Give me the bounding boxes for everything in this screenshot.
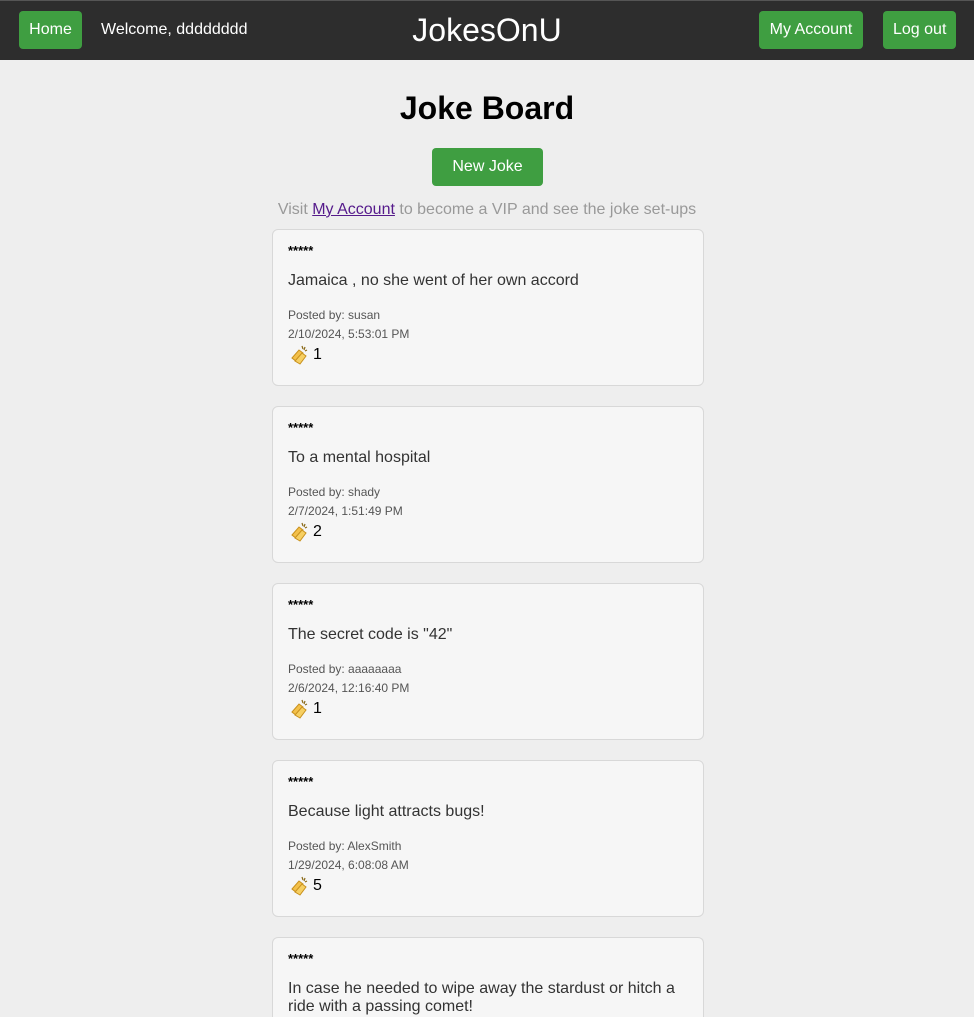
joke-timestamp: 2/7/2024, 1:51:49 PM bbox=[288, 504, 403, 518]
joke-punchline: Jamaica , no she went of her own accord bbox=[288, 272, 579, 289]
clap-button[interactable]: 2 bbox=[288, 521, 322, 543]
joke-setup: ***** bbox=[288, 951, 314, 966]
joke-card: ***** Jamaica , no she went of her own a… bbox=[272, 229, 704, 386]
clap-button[interactable]: 1 bbox=[288, 698, 322, 720]
joke-author: Posted by: aaaaaaaa bbox=[288, 662, 402, 676]
my-account-link[interactable]: My Account bbox=[312, 201, 395, 218]
joke-punchline: The secret code is "42" bbox=[288, 626, 453, 643]
new-joke-button[interactable]: New Joke bbox=[432, 148, 543, 186]
joke-card: ***** Because light attracts bugs! Poste… bbox=[272, 760, 704, 917]
joke-author: Posted by: AlexSmith bbox=[288, 839, 402, 853]
log-out-button[interactable]: Log out bbox=[883, 11, 956, 49]
clap-count: 5 bbox=[313, 877, 322, 894]
joke-author: Posted by: susan bbox=[288, 308, 381, 322]
vip-note: Visit My Account to become a VIP and see… bbox=[0, 200, 974, 220]
navbar: Home Welcome, dddddddd JokesOnU My Accou… bbox=[0, 0, 974, 60]
clapping-hands-icon bbox=[291, 699, 308, 719]
clapping-hands-icon bbox=[291, 876, 308, 896]
joke-setup: ***** bbox=[288, 243, 314, 258]
joke-timestamp: 1/29/2024, 6:08:08 AM bbox=[288, 858, 409, 872]
joke-timestamp: 2/10/2024, 5:53:01 PM bbox=[288, 327, 410, 341]
joke-punchline: In case he needed to wipe away the stard… bbox=[288, 980, 675, 1015]
vip-note-prefix: Visit bbox=[277, 201, 313, 218]
joke-card: ***** The secret code is "42" Posted by:… bbox=[272, 583, 704, 740]
clap-button[interactable]: 5 bbox=[288, 875, 322, 897]
joke-author: Posted by: shady bbox=[288, 485, 381, 499]
clap-count: 1 bbox=[313, 700, 322, 717]
joke-punchline: Because light attracts bugs! bbox=[288, 803, 485, 820]
clapping-hands-icon bbox=[291, 522, 308, 542]
clap-count: 2 bbox=[313, 523, 322, 540]
joke-punchline: To a mental hospital bbox=[288, 449, 431, 466]
joke-timestamp: 2/6/2024, 12:16:40 PM bbox=[288, 681, 410, 695]
my-account-button[interactable]: My Account bbox=[759, 11, 863, 49]
page-title: Joke Board bbox=[399, 90, 575, 126]
clap-button[interactable]: 1 bbox=[288, 344, 322, 366]
joke-card: ***** To a mental hospital Posted by: sh… bbox=[272, 406, 704, 563]
welcome-text: Welcome, dddddddd bbox=[101, 21, 248, 38]
joke-setup: ***** bbox=[288, 420, 314, 435]
vip-note-suffix: to become a VIP and see the joke set-ups bbox=[394, 201, 697, 218]
joke-setup: ***** bbox=[288, 597, 314, 612]
joke-card: ***** In case he needed to wipe away the… bbox=[272, 937, 704, 1017]
home-button[interactable]: Home bbox=[19, 11, 82, 49]
clapping-hands-icon bbox=[291, 345, 308, 365]
joke-setup: ***** bbox=[288, 774, 314, 789]
clap-count: 1 bbox=[313, 346, 322, 363]
